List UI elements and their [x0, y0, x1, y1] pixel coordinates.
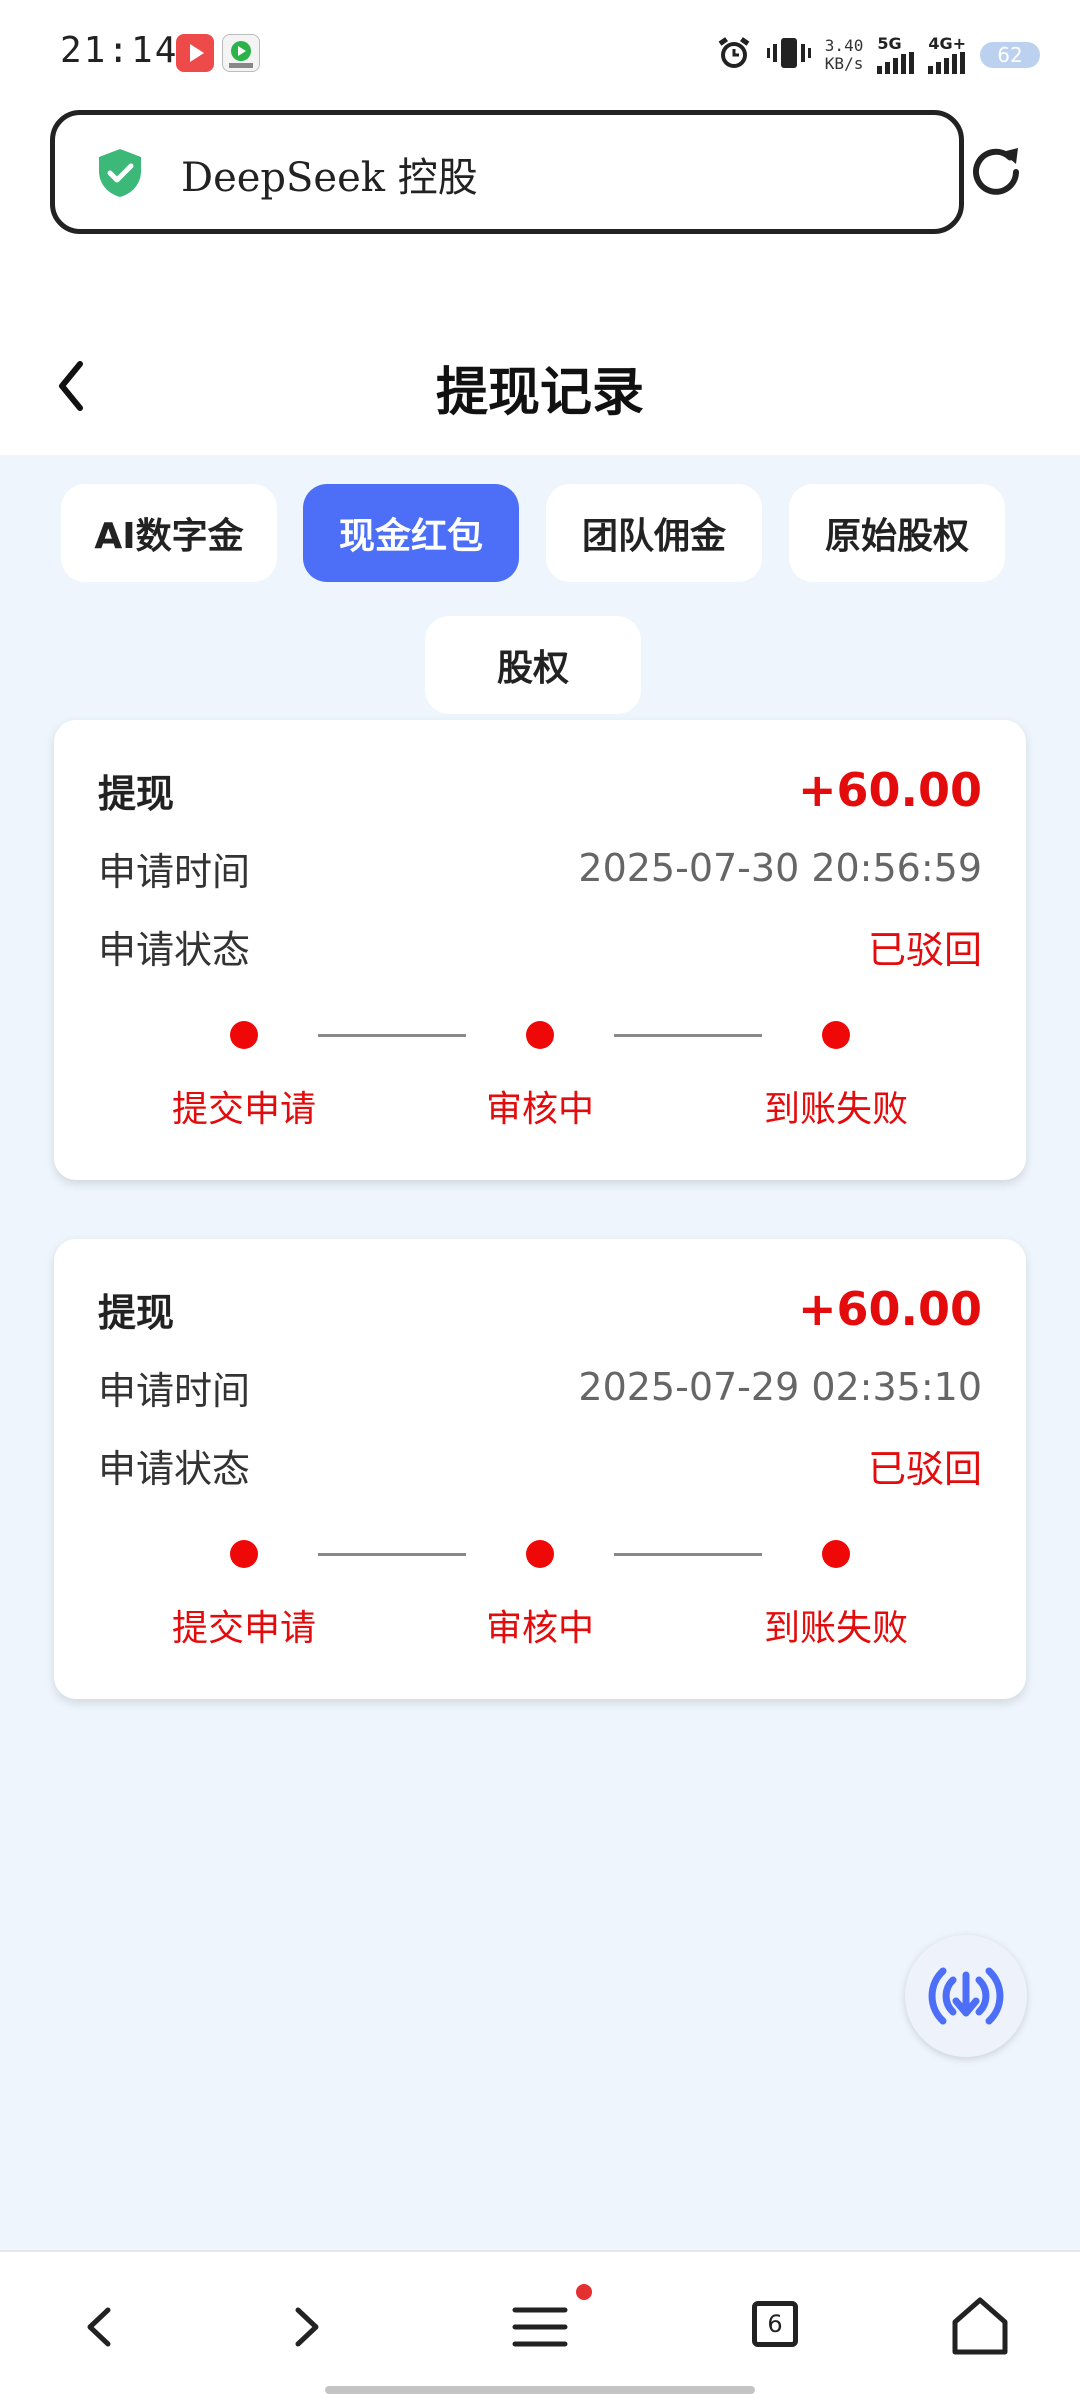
reload-icon[interactable]	[966, 142, 1026, 202]
browser-bottom-nav: 6	[0, 2250, 1080, 2400]
menu-icon[interactable]	[505, 2292, 575, 2362]
signal-sim1: 5G	[877, 34, 915, 74]
step-reviewing: 审核中	[485, 1608, 594, 1649]
tab-team-commission[interactable]: 团队佣金	[546, 484, 762, 582]
network-speed-unit: KB/s	[824, 54, 864, 73]
progress-dot	[822, 1540, 850, 1568]
page-title: 提现记录	[435, 363, 644, 423]
battery-indicator: 62	[980, 42, 1040, 68]
signal-bars-icon	[928, 52, 966, 74]
sim1-label: 5G	[877, 34, 902, 53]
notification-dot	[576, 2284, 592, 2300]
status-time: 21:14	[60, 30, 179, 71]
apply-time-value: 2025-07-29 02:35:10	[578, 1365, 982, 1409]
shield-check-icon	[95, 147, 145, 199]
apply-status-value: 已驳回	[867, 927, 982, 972]
record-amount: +60.00	[797, 763, 982, 817]
vibrate-icon	[766, 34, 811, 76]
step-failed: 到账失败	[763, 1608, 908, 1649]
record-type: 提现	[98, 771, 175, 816]
alarm-icon	[715, 34, 753, 76]
progress-dot	[526, 1540, 554, 1568]
record-amount: +60.00	[797, 1282, 982, 1336]
progress-line	[614, 1034, 762, 1037]
network-speed: 3.40 KB/s	[825, 37, 864, 73]
url-text: DeepSeek 控股	[181, 155, 478, 201]
network-speed-value: 3.40	[824, 36, 864, 55]
progress-line	[318, 1553, 466, 1556]
page-header: 提现记录	[0, 330, 1080, 455]
sim2-label: 4G+	[928, 34, 966, 53]
home-indicator	[325, 2386, 755, 2394]
media-app-icon	[222, 34, 260, 72]
chevron-right-icon[interactable]	[270, 2292, 340, 2362]
apply-time-label: 申请时间	[98, 1368, 251, 1413]
progress-dot	[822, 1021, 850, 1049]
step-submitted: 提交申请	[171, 1608, 316, 1649]
tabs-count-button[interactable]: 6	[752, 2301, 798, 2347]
progress-dot	[230, 1540, 258, 1568]
progress-dot	[230, 1021, 258, 1049]
home-icon[interactable]	[945, 2292, 1015, 2362]
step-submitted: 提交申请	[171, 1089, 316, 1130]
apply-status-label: 申请状态	[98, 1446, 251, 1491]
signal-sim2: 4G+	[928, 36, 966, 74]
progress-line	[318, 1034, 466, 1037]
progress-line	[614, 1553, 762, 1556]
progress-dot	[526, 1021, 554, 1049]
address-bar[interactable]: DeepSeek 控股	[50, 110, 964, 234]
chevron-left-icon[interactable]	[66, 2292, 136, 2362]
withdrawal-record-card: 提现 +60.00 申请时间 2025-07-30 20:56:59 申请状态 …	[54, 720, 1026, 1180]
apply-status-label: 申请状态	[98, 927, 251, 972]
status-bar: 21:14 3.40 KB/s 5G 4G+ 62	[0, 0, 1080, 100]
step-reviewing: 审核中	[485, 1089, 594, 1130]
record-type: 提现	[98, 1290, 175, 1335]
tab-cash-red-packet[interactable]: 现金红包	[303, 484, 519, 582]
tab-equity[interactable]: 股权	[425, 616, 641, 714]
apply-status-value: 已驳回	[867, 1446, 982, 1491]
apply-time-value: 2025-07-30 20:56:59	[578, 846, 982, 890]
step-failed: 到账失败	[763, 1089, 908, 1130]
tab-ai-digital-gold[interactable]: AI数字金	[61, 484, 277, 582]
floating-download-button[interactable]	[905, 1935, 1027, 2057]
tab-original-equity[interactable]: 原始股权	[789, 484, 1005, 582]
apply-time-label: 申请时间	[98, 849, 251, 894]
status-indicators: 3.40 KB/s 5G 4G+ 62	[715, 30, 1040, 80]
withdrawal-record-card: 提现 +60.00 申请时间 2025-07-29 02:35:10 申请状态 …	[54, 1239, 1026, 1699]
video-app-icon	[176, 34, 214, 72]
signal-bars-icon	[877, 52, 915, 74]
